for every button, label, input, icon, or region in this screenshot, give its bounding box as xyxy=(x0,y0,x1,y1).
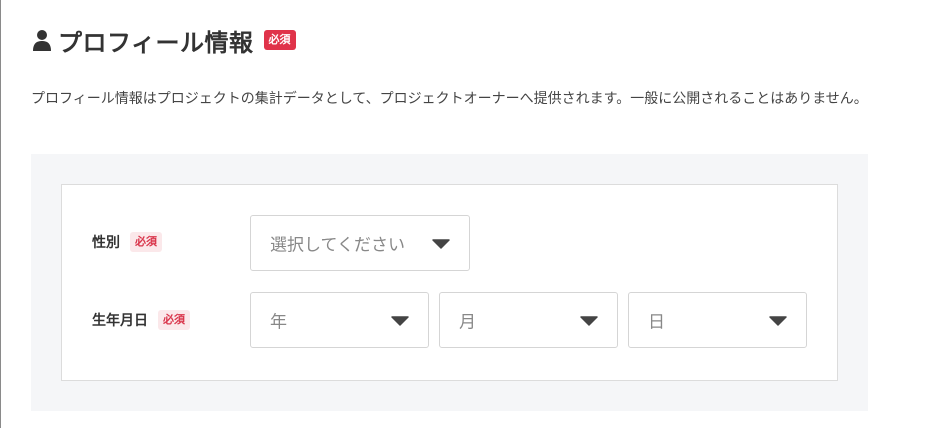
birth-month-value: 月 xyxy=(459,312,476,333)
gender-label: 性別 xyxy=(92,235,120,251)
birthdate-label-group: 生年月日 必須 xyxy=(92,310,190,330)
profile-panel: 性別 必須 選択してください 生年月日 必須 年 月 日 xyxy=(31,154,868,411)
birthdate-required-badge: 必須 xyxy=(158,310,190,330)
birth-day-value: 日 xyxy=(648,312,665,333)
chevron-down-icon xyxy=(391,316,409,326)
chevron-down-icon xyxy=(580,316,598,326)
gender-required-badge: 必須 xyxy=(130,232,162,252)
birth-year-value: 年 xyxy=(270,312,287,333)
chevron-down-icon xyxy=(769,316,787,326)
section-description: プロフィール情報はプロジェクトの集計データとして、プロジェクトオーナーへ提供され… xyxy=(31,91,868,107)
birth-month-select[interactable]: 月 xyxy=(439,292,618,348)
birthdate-label: 生年月日 xyxy=(92,313,148,329)
profile-form: 性別 必須 選択してください 生年月日 必須 年 月 日 xyxy=(61,184,838,381)
gender-select[interactable]: 選択してください xyxy=(250,215,470,271)
birth-year-select[interactable]: 年 xyxy=(250,292,429,348)
required-badge: 必須 xyxy=(263,30,296,50)
page-title: プロフィール情報 xyxy=(58,28,254,57)
person-icon xyxy=(33,30,51,51)
gender-select-value: 選択してください xyxy=(270,235,405,256)
section-header: プロフィール情報 必須 xyxy=(33,22,296,58)
left-divider xyxy=(0,0,1,428)
chevron-down-icon xyxy=(432,239,450,249)
gender-label-group: 性別 必須 xyxy=(92,232,162,252)
birth-day-select[interactable]: 日 xyxy=(628,292,807,348)
